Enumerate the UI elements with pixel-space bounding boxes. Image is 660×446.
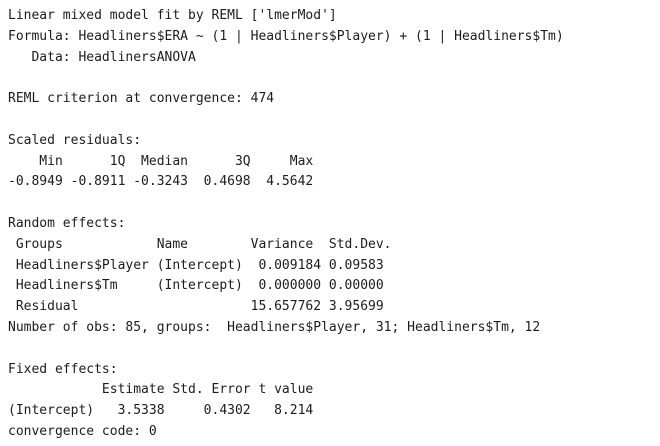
r-console-output: Linear mixed model fit by REML ['lmerMod… (8, 6, 656, 442)
random-effects-team-row: Headliners$Tm (Intercept) 0.000000 0.000… (8, 278, 384, 294)
fixed-effects-header-row: Estimate Std. Error t value (8, 382, 314, 398)
random-effects-header-row: Groups Name Variance Std.Dev. (8, 236, 392, 252)
residuals-header-row: Min 1Q Median 3Q Max (8, 153, 314, 169)
random-effects-residual-row: Residual 15.657762 3.95699 (8, 299, 384, 315)
data-line: Data: HeadlinersANOVA (8, 49, 196, 65)
model-title-line: Linear mixed model fit by REML ['lmerMod… (8, 8, 337, 23)
random-effects-player-row: Headliners$Player (Intercept) 0.009184 0… (8, 257, 384, 273)
fixed-effects-intercept-row: (Intercept) 3.5338 0.4302 8.214 (8, 403, 314, 419)
formula-line: Formula: Headliners$ERA ~ (1 | Headliner… (8, 28, 564, 44)
convergence-code-line: convergence code: 0 (8, 423, 157, 439)
scaled-residuals-heading: Scaled residuals: (8, 132, 142, 148)
reml-criterion-line: REML criterion at convergence: 474 (8, 91, 275, 107)
number-of-obs-line: Number of obs: 85, groups: Headliners$Pl… (8, 319, 541, 335)
residuals-values-row: -0.8949 -0.8911 -0.3243 0.4698 4.5642 (8, 174, 314, 190)
random-effects-heading: Random effects: (8, 215, 126, 231)
fixed-effects-heading: Fixed effects: (8, 361, 118, 377)
